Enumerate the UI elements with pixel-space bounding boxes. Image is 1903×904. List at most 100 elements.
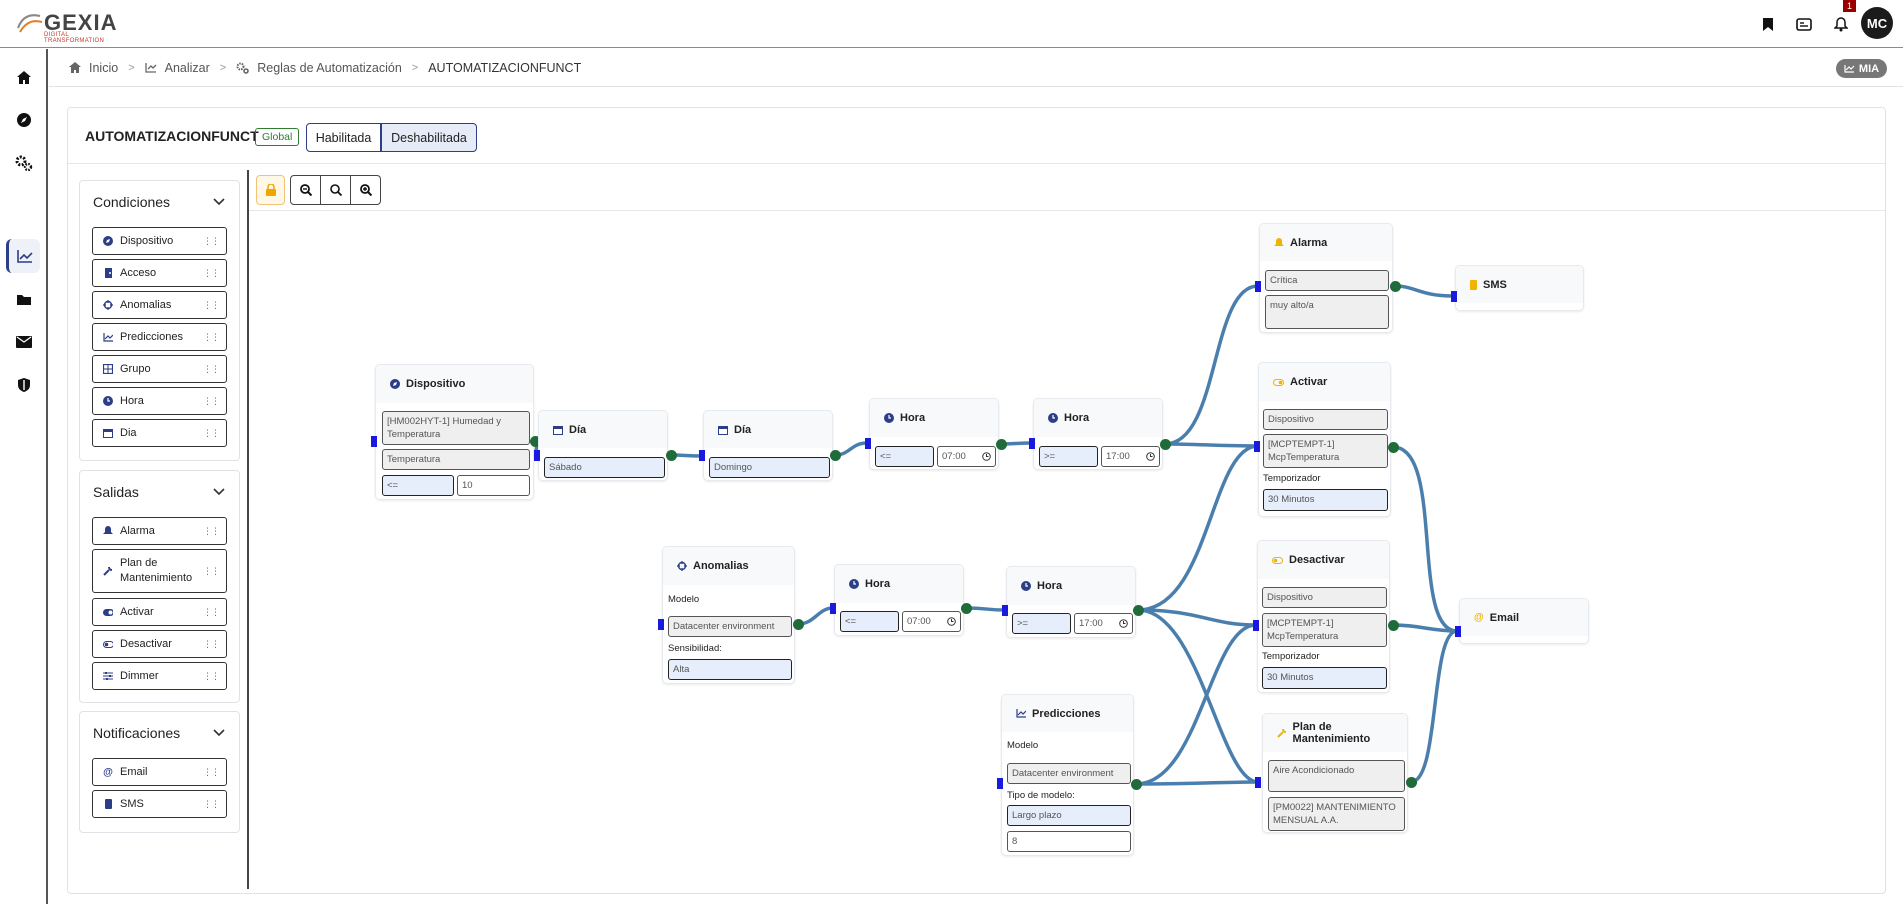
node-header: Anomalias bbox=[663, 547, 794, 585]
calendar-icon bbox=[553, 425, 563, 435]
node-output-port[interactable] bbox=[666, 450, 677, 461]
node-output-port[interactable] bbox=[793, 619, 804, 630]
node-output-port[interactable] bbox=[1388, 442, 1399, 453]
clock-icon bbox=[1048, 413, 1058, 423]
time-input[interactable]: 07:00 bbox=[902, 611, 961, 632]
alarm-message-input[interactable]: muy alto/a bbox=[1265, 295, 1389, 329]
node-input-port[interactable] bbox=[1254, 441, 1260, 452]
clock-icon bbox=[849, 579, 859, 589]
node-output-port[interactable] bbox=[1160, 439, 1171, 450]
node-output-port[interactable] bbox=[1133, 605, 1144, 616]
node-input-port[interactable] bbox=[371, 436, 377, 447]
node-input-port[interactable] bbox=[1253, 620, 1259, 631]
operator-select[interactable]: >= bbox=[1039, 446, 1098, 467]
node-output-port[interactable] bbox=[961, 603, 972, 614]
device-select[interactable]: [MCPTEMPT-1] McpTemperatura bbox=[1263, 434, 1388, 468]
device-select[interactable]: [MCPTEMPT-1] McpTemperatura bbox=[1262, 613, 1387, 647]
node-dia[interactable]: Día Sábado bbox=[538, 410, 668, 481]
device-select[interactable]: [HM002HYT-1] Humedad y Temperatura bbox=[382, 411, 530, 445]
node-input-port[interactable] bbox=[658, 619, 664, 630]
day-select[interactable]: Domingo bbox=[709, 457, 830, 478]
node-header: Dispositivo bbox=[376, 365, 533, 403]
node-input-port[interactable] bbox=[534, 450, 540, 461]
node-title: Email bbox=[1489, 611, 1520, 624]
node-title: Hora bbox=[900, 412, 926, 424]
clock-icon bbox=[1021, 581, 1031, 591]
node-output-port[interactable] bbox=[1406, 777, 1417, 788]
horizon-input[interactable]: 8 bbox=[1007, 831, 1131, 852]
node-header: Alarma bbox=[1260, 224, 1392, 261]
node-dispositivo[interactable]: Dispositivo [HM002HYT-1] Humedad y Tempe… bbox=[375, 364, 534, 500]
variable-select[interactable]: Temperatura bbox=[382, 449, 530, 470]
time-input[interactable]: 17:00 bbox=[1074, 613, 1133, 634]
severity-select[interactable]: Crítica bbox=[1265, 270, 1389, 291]
clock-icon bbox=[1146, 452, 1155, 461]
node-input-port[interactable] bbox=[1455, 626, 1461, 637]
node-output-port[interactable] bbox=[1390, 281, 1401, 292]
node-title: Hora bbox=[1064, 412, 1090, 424]
node-header: Activar bbox=[1259, 363, 1390, 401]
model-select[interactable]: Datacenter environment bbox=[1007, 763, 1131, 784]
time-input[interactable]: 07:00 bbox=[937, 446, 996, 467]
time-input[interactable]: 17:00 bbox=[1101, 446, 1160, 467]
node-title: Plan de Mantenimiento bbox=[1292, 721, 1371, 745]
target-select[interactable]: Dispositivo bbox=[1263, 409, 1388, 430]
node-activar[interactable]: Activar Dispositivo [MCPTEMPT-1] McpTemp… bbox=[1258, 362, 1391, 517]
node-hora[interactable]: Hora <= 07:00 bbox=[869, 398, 999, 470]
operator-select[interactable]: <= bbox=[840, 611, 899, 632]
node-email[interactable]: @ Email bbox=[1459, 598, 1589, 644]
node-input-port[interactable] bbox=[865, 438, 871, 449]
sensitivity-select[interactable]: Alta bbox=[668, 659, 792, 680]
node-hora[interactable]: Hora >= 17:00 bbox=[1033, 398, 1163, 470]
asset-select[interactable]: Aire Acondicionado bbox=[1268, 760, 1405, 792]
model-select[interactable]: Datacenter environment bbox=[668, 616, 792, 637]
node-input-port[interactable] bbox=[1029, 438, 1035, 449]
node-input-port[interactable] bbox=[1255, 281, 1261, 292]
model-type-label: Tipo de modelo: bbox=[1007, 790, 1075, 801]
model-label: Modelo bbox=[1007, 740, 1039, 751]
time-value: 17:00 bbox=[1079, 618, 1103, 629]
node-title: Predicciones bbox=[1032, 707, 1101, 720]
value-input[interactable]: 10 bbox=[457, 475, 530, 496]
operator-select[interactable]: <= bbox=[875, 446, 934, 467]
node-input-port[interactable] bbox=[997, 778, 1003, 789]
node-output-port[interactable] bbox=[1388, 620, 1399, 631]
node-output-port[interactable] bbox=[1131, 779, 1142, 790]
timer-select[interactable]: 30 Minutos bbox=[1262, 667, 1387, 689]
node-input-port[interactable] bbox=[1255, 777, 1261, 788]
node-hora[interactable]: Hora <= 07:00 bbox=[834, 564, 964, 636]
node-input-port[interactable] bbox=[830, 603, 836, 614]
node-predicciones[interactable]: Predicciones Modelo Datacenter environme… bbox=[1001, 694, 1134, 856]
wire bbox=[1137, 444, 1259, 612]
node-output-port[interactable] bbox=[996, 439, 1007, 450]
node-desactivar[interactable]: Desactivar Dispositivo [MCPTEMPT-1] McpT… bbox=[1257, 540, 1390, 693]
node-input-port[interactable] bbox=[699, 450, 705, 461]
node-header: @ Email bbox=[1460, 599, 1588, 636]
node-title: Anomalias bbox=[693, 560, 749, 572]
maintenance-plan-select[interactable]: [PM0022] MANTENIMIENTO MENSUAL A.A. bbox=[1268, 797, 1405, 831]
timer-select[interactable]: 30 Minutos bbox=[1263, 489, 1388, 511]
node-plan-mantenimiento[interactable]: Plan de Mantenimiento Aire Acondicionado… bbox=[1262, 713, 1408, 833]
wrench-icon bbox=[1277, 728, 1287, 738]
node-anomalias[interactable]: Anomalias Modelo Datacenter environment … bbox=[662, 546, 795, 684]
model-type-select[interactable]: Largo plazo bbox=[1007, 805, 1131, 826]
node-header: Hora bbox=[1034, 399, 1162, 437]
clock-icon bbox=[1119, 619, 1128, 628]
node-title: Día bbox=[734, 423, 752, 436]
node-input-port[interactable] bbox=[1002, 605, 1008, 616]
day-select[interactable]: Sábado bbox=[544, 457, 665, 478]
wire bbox=[1137, 608, 1259, 784]
node-title: SMS bbox=[1483, 278, 1507, 291]
node-dia[interactable]: Día Domingo bbox=[703, 410, 833, 481]
operator-select[interactable]: <= bbox=[382, 475, 454, 496]
sensitivity-label: Sensibilidad: bbox=[668, 643, 722, 654]
node-input-port[interactable] bbox=[1451, 291, 1457, 302]
node-sms[interactable]: SMS bbox=[1455, 265, 1584, 311]
node-alarma[interactable]: Alarma Crítica muy alto/a bbox=[1259, 223, 1393, 333]
operator-select[interactable]: >= bbox=[1012, 613, 1071, 634]
node-header: Día bbox=[704, 411, 832, 448]
target-select[interactable]: Dispositivo bbox=[1262, 587, 1387, 608]
node-hora[interactable]: Hora >= 17:00 bbox=[1006, 566, 1136, 638]
node-output-port[interactable] bbox=[830, 450, 841, 461]
wire bbox=[1410, 629, 1458, 784]
